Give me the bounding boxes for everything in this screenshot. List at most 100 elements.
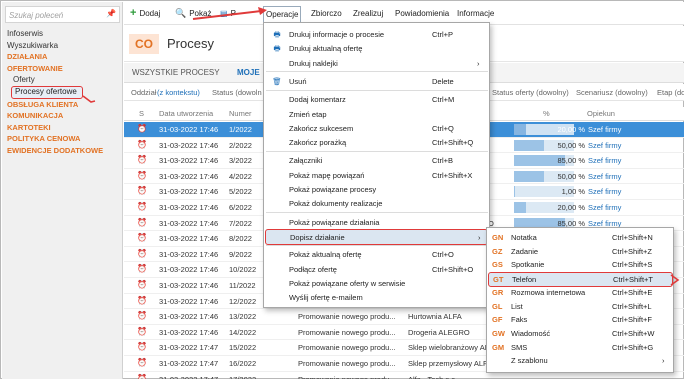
- filter-department-value[interactable]: (z kontekstu): [157, 88, 200, 97]
- menu-item-pokaz-powiazane-dzialania[interactable]: Pokaż powiązane działania: [265, 215, 488, 230]
- menu-item-shortcut: Ctrl+Shift+O: [432, 264, 474, 274]
- cell-date: 31-03-2022 17:46: [159, 203, 219, 212]
- cell-description: Promowanie nowego produ...: [298, 359, 396, 368]
- menu-zbiorczo-label: Zbiorczo: [311, 9, 342, 18]
- menu-item-zakoncz-porazka[interactable]: Zakończ porażką Ctrl+Shift+Q: [265, 135, 488, 150]
- cell-date: 31-03-2022 17:46: [159, 187, 219, 197]
- menu-item-pokaz-dokumenty-realizacje[interactable]: Pokaż dokumenty realizacje: [265, 196, 488, 211]
- page-title: Procesy: [167, 36, 214, 51]
- cell-description: Promowanie nowego produ...: [298, 375, 396, 379]
- sidebar-item-oferty[interactable]: Oferty: [2, 74, 123, 86]
- pin-icon[interactable]: 📌: [106, 9, 116, 18]
- submenu-item-list[interactable]: GL List Ctrl+Shift+L: [488, 300, 673, 313]
- submenu-item-spotkanie[interactable]: GS Spotkanie Ctrl+Shift+S: [488, 258, 673, 271]
- submenu-item-wiadomosc[interactable]: GW Wiadomość Ctrl+Shift+W: [488, 327, 673, 340]
- cell-caretaker[interactable]: Szef firmy: [588, 156, 621, 165]
- filter-status[interactable]: Status (dowoln: [212, 88, 262, 97]
- menu-item-drukuj-informacje-o-procesie[interactable]: 🖶 Drukuj informacje o procesie Ctrl+P: [265, 27, 488, 42]
- menu-item-zmien-etap[interactable]: Zmień etap: [265, 107, 488, 122]
- command-search-box[interactable]: 📌: [5, 6, 120, 23]
- column-caretaker[interactable]: Opiekun: [587, 109, 615, 118]
- cell-caretaker[interactable]: Szef firmy: [588, 187, 621, 196]
- submenu-item-label: Notatka: [511, 233, 537, 242]
- alarm-clock-icon: ⏰: [137, 202, 147, 211]
- progress-fill: [514, 124, 526, 135]
- menu-item-pokaz-aktualna-oferte[interactable]: Pokaż aktualną ofertę Ctrl+O: [265, 247, 488, 262]
- filter-offer-status[interactable]: Status oferty (dowolny): [492, 88, 569, 97]
- cell-number: 15/2022: [229, 343, 257, 353]
- menu-item-usun[interactable]: 🗑 Usuń Delete: [265, 74, 488, 89]
- submenu-item-faks[interactable]: GF Faks Ctrl+Shift+F: [488, 313, 673, 326]
- column-percent[interactable]: %: [543, 109, 550, 118]
- tab-all-processes[interactable]: WSZYSTKIE PROCESY: [132, 68, 220, 77]
- sidebar-item-ofertowanie[interactable]: OFERTOWANIE: [2, 63, 123, 75]
- action-type-icon: GZ: [492, 246, 503, 256]
- menu-powiadomienia-label: Powiadomienia: [395, 9, 450, 18]
- submenu-item-zadanie[interactable]: GZ Zadanie Ctrl+Shift+Z: [488, 245, 673, 258]
- column-number[interactable]: Numer: [229, 109, 252, 118]
- alarm-clock-icon: ⏰: [137, 186, 147, 196]
- menu-item-pokaz-mape-powiazan[interactable]: Pokaż mapę powiązań Ctrl+Shift+X: [265, 168, 488, 183]
- menu-item-label: Drukuj informacje o procesie: [289, 30, 385, 39]
- menu-item-shortcut: Ctrl+M: [432, 95, 455, 105]
- submenu-item-notatka[interactable]: GN Notatka Ctrl+Shift+N: [488, 231, 673, 244]
- menu-powiadomienia[interactable]: Powiadomienia: [395, 6, 449, 21]
- menu-item-dopisz-dzialanie[interactable]: Dopisz działanie ›: [265, 228, 488, 245]
- sidebar-item-polityka-cenowa[interactable]: POLITYKA CENOWA: [2, 133, 123, 145]
- column-s[interactable]: S: [139, 109, 144, 118]
- menu-item-drukuj-naklejki[interactable]: Drukuj naklejki ›: [265, 56, 488, 71]
- submenu-item-z-szablonu[interactable]: Z szablonu ›: [488, 354, 673, 367]
- cell-caretaker[interactable]: Szef firmy: [588, 172, 621, 181]
- sidebar-item-procesy-ofertowe[interactable]: Procesy ofertowe: [11, 85, 83, 99]
- sidebar-item-ewidencje-dodatkowe[interactable]: EWIDENCJE DODATKOWE: [2, 145, 123, 157]
- filter-stage[interactable]: Etap (do: [657, 88, 684, 97]
- tab-mine[interactable]: MOJE: [237, 68, 260, 77]
- submenu-item-rozmowa-internetowa[interactable]: GR Rozmowa internetowa Ctrl+Shift+E: [488, 286, 673, 299]
- cell-caretaker[interactable]: Szef firmy: [588, 203, 621, 212]
- sidebar-item-obsluga-klienta[interactable]: OBSŁUGA KLIENTA: [2, 99, 123, 111]
- menu-item-pokaz-powiazane-procesy[interactable]: Pokaż powiązane procesy: [265, 182, 488, 197]
- submenu-item-label: Zadanie: [511, 246, 539, 256]
- submenu-item-shortcut: Ctrl+Shift+G: [612, 342, 654, 352]
- menu-item-zakoncz-sukcesem[interactable]: Zakończ sukcesem Ctrl+Q: [265, 121, 488, 136]
- cell-caretaker[interactable]: Szef firmy: [588, 141, 621, 150]
- menu-zrealizuj[interactable]: Zrealizuj: [353, 6, 383, 21]
- menu-item-dodaj-komentarz[interactable]: Dodaj komentarz Ctrl+M: [265, 92, 488, 107]
- menu-separator: [266, 71, 488, 73]
- cell-number: 10/2022: [229, 265, 257, 275]
- alarm-clock-icon: ⏰: [137, 295, 147, 305]
- menu-informacje[interactable]: Informacje: [457, 6, 494, 21]
- add-button[interactable]: + Dodaj: [130, 6, 160, 21]
- menu-item-pokaz-powiazane-oferty-w-serwisie[interactable]: Pokaż powiązane oferty w serwisie: [265, 276, 488, 291]
- sidebar-item-infoserwis[interactable]: Infoserwis: [2, 28, 123, 40]
- submenu-item-shortcut: Ctrl+Shift+N: [612, 233, 653, 242]
- menu-item-shortcut: Ctrl+Shift+X: [432, 170, 473, 180]
- sidebar-item-dzialania[interactable]: DZIAŁANIA: [2, 51, 123, 63]
- cell-date: 31-03-2022 17:47: [159, 343, 219, 353]
- submenu-item-shortcut: Ctrl+Shift+L: [612, 301, 652, 311]
- menu-item-drukuj-aktualna-oferte[interactable]: 🖶 Drukuj aktualną ofertę: [265, 41, 488, 56]
- cell-date: 31-03-2022 17:46: [159, 156, 219, 166]
- cell-caretaker[interactable]: Szef firmy: [588, 125, 621, 134]
- cell-number: 5/2022: [229, 187, 252, 197]
- submenu-item-sms[interactable]: GM SMS Ctrl+Shift+G: [488, 341, 673, 354]
- menu-item-wyslij-oferte-e-mailem[interactable]: Wyślij ofertę e-mailem: [265, 290, 488, 305]
- submenu-item-label: SMS: [511, 342, 528, 352]
- menu-item-shortcut: Ctrl+Shift+Q: [432, 138, 474, 148]
- menu-item-label: Pokaż aktualną ofertę: [289, 250, 362, 260]
- command-search-input[interactable]: [9, 9, 104, 21]
- menu-item-zalaczniki[interactable]: Załączniki Ctrl+B: [265, 153, 488, 168]
- menu-item-podlacz-oferte[interactable]: Podłącz ofertę Ctrl+Shift+O: [265, 262, 488, 277]
- menu-zbiorczo[interactable]: Zbiorczo: [311, 6, 342, 21]
- annotation-arrow-toolbar: [192, 7, 267, 20]
- sidebar-item-komunikacja[interactable]: KOMUNIKACJA: [2, 110, 123, 122]
- sidebar-item-kartoteki[interactable]: KARTOTEKI: [2, 122, 123, 134]
- module-badge: CO: [129, 34, 159, 54]
- filter-scenario[interactable]: Scenariusz (dowolny): [576, 88, 648, 97]
- column-date[interactable]: Data utworzenia: [159, 109, 213, 118]
- submenu-item-label: Wiadomość: [511, 328, 551, 338]
- action-type-icon: GF: [492, 315, 503, 325]
- cell-description: Promowanie nowego produ...: [298, 312, 396, 322]
- sidebar-item-wyszukiwarka[interactable]: Wyszukiwarka: [2, 40, 123, 52]
- menu-item-shortcut: Ctrl+Q: [432, 123, 454, 133]
